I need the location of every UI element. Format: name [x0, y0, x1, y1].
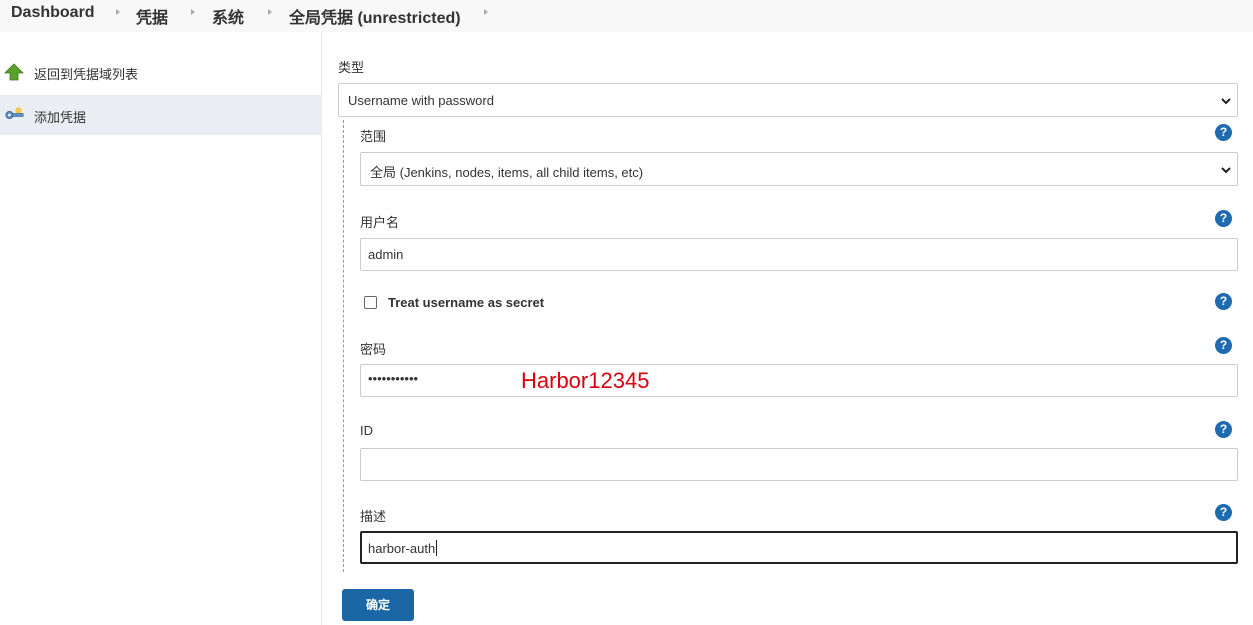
username-label: 用户名: [360, 215, 400, 230]
username-input-value: admin: [368, 247, 404, 262]
scope-select-value: 全局 (Jenkins, nodes, items, all child ite…: [370, 165, 644, 180]
password-masked-value: •••••••••••: [368, 371, 419, 386]
id-help-icon[interactable]: ?: [1215, 421, 1232, 438]
breadcrumb-separator-icon[interactable]: [484, 9, 488, 15]
chevron-down-icon: [1221, 98, 1231, 105]
id-label: ID: [360, 423, 373, 438]
text-caret: [436, 540, 438, 556]
credential-key-icon: [5, 107, 24, 119]
breadcrumb-separator-icon[interactable]: [191, 9, 195, 15]
password-input[interactable]: •••••••••••: [360, 364, 1238, 397]
scope-label: 范围: [360, 129, 387, 144]
sidebar-item-label: 返回到凭据域列表: [34, 67, 139, 82]
password-annotation: Harbor12345: [521, 368, 650, 393]
nested-section-divider: [343, 120, 344, 572]
up-arrow-icon: [4, 63, 24, 81]
chevron-down-icon: [1221, 167, 1231, 174]
description-input-value: harbor-auth: [368, 540, 438, 556]
password-help-icon[interactable]: ?: [1215, 337, 1232, 354]
sidebar: 返回到凭据域列表 添加凭据: [0, 32, 322, 625]
breadcrumb-separator-icon[interactable]: [268, 9, 272, 15]
description-help-icon[interactable]: ?: [1215, 504, 1232, 521]
ok-button[interactable]: 确定: [342, 589, 414, 621]
scope-select[interactable]: 全局 (Jenkins, nodes, items, all child ite…: [360, 152, 1238, 186]
kind-label: 类型: [338, 60, 365, 75]
sidebar-item-back-to-domains[interactable]: 返回到凭据域列表: [0, 52, 322, 92]
sidebar-item-label: 添加凭据: [34, 110, 87, 125]
scope-help-icon[interactable]: ?: [1215, 124, 1232, 141]
breadcrumb-dashboard[interactable]: Dashboard: [11, 4, 95, 22]
breadcrumb: Dashboard 凭据 系统 全局凭据 (unrestricted): [0, 0, 1253, 32]
treat-username-secret-checkbox[interactable]: [364, 296, 377, 309]
kind-select-value: Username with password: [348, 93, 494, 108]
breadcrumb-system[interactable]: 系统: [212, 4, 244, 28]
password-label: 密码: [360, 342, 387, 357]
breadcrumb-separator-icon[interactable]: [116, 9, 120, 15]
description-input[interactable]: harbor-auth: [360, 531, 1238, 564]
treat-secret-help-icon[interactable]: ?: [1215, 293, 1232, 310]
description-label: 描述: [360, 509, 387, 524]
username-help-icon[interactable]: ?: [1215, 210, 1232, 227]
treat-username-secret-label[interactable]: Treat username as secret: [388, 295, 544, 310]
breadcrumb-credentials[interactable]: 凭据: [136, 4, 168, 28]
username-input[interactable]: admin: [360, 238, 1238, 271]
kind-select[interactable]: Username with password: [338, 83, 1238, 117]
breadcrumb-global-credentials[interactable]: 全局凭据 (unrestricted): [289, 4, 461, 28]
sidebar-item-add-credentials[interactable]: 添加凭据: [0, 95, 322, 135]
id-input[interactable]: [360, 448, 1238, 481]
